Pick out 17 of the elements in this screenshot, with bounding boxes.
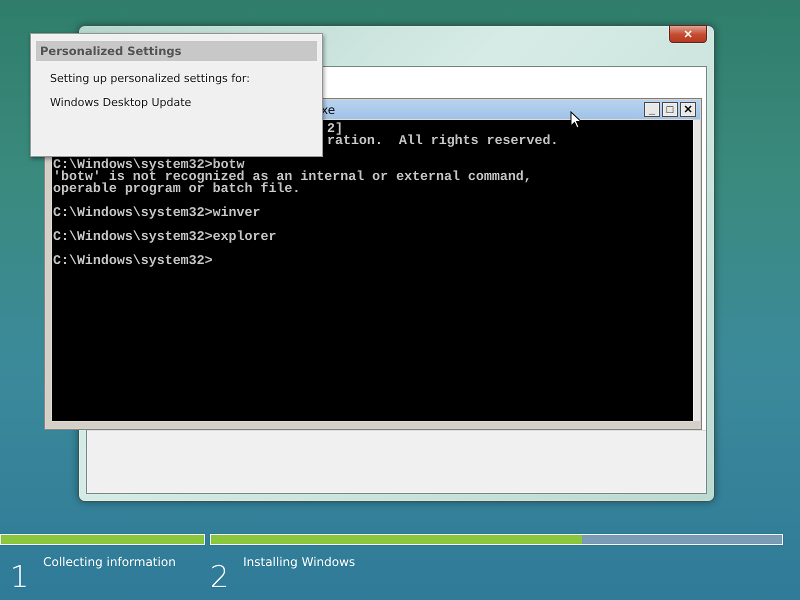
- step-number: 2: [210, 563, 230, 593]
- console-line: C:\Windows\system32>explorer: [53, 229, 276, 244]
- dialog-message: Setting up personalized settings for:: [50, 72, 251, 85]
- console-line: C:\Windows\system32>botw: [53, 157, 245, 172]
- step-label: Collecting information: [43, 555, 176, 569]
- step-number: 1: [10, 563, 30, 593]
- window-control-button[interactable]: ✕: [680, 102, 696, 117]
- dialog-item: Windows Desktop Update: [50, 96, 192, 109]
- console-line: C:\Windows\system32>: [53, 253, 213, 268]
- dialog-title: Personalized Settings: [36, 41, 317, 61]
- window-control-button[interactable]: □: [662, 102, 678, 117]
- step-label: Installing Windows: [243, 555, 356, 569]
- console-line: C:\Windows\system32>winver: [53, 205, 260, 220]
- window-control-button[interactable]: _: [644, 102, 660, 117]
- console-line: 2]: [327, 121, 343, 136]
- close-button[interactable]: ✕: [669, 25, 707, 43]
- console-line: ration. All rights reserved.: [327, 133, 558, 148]
